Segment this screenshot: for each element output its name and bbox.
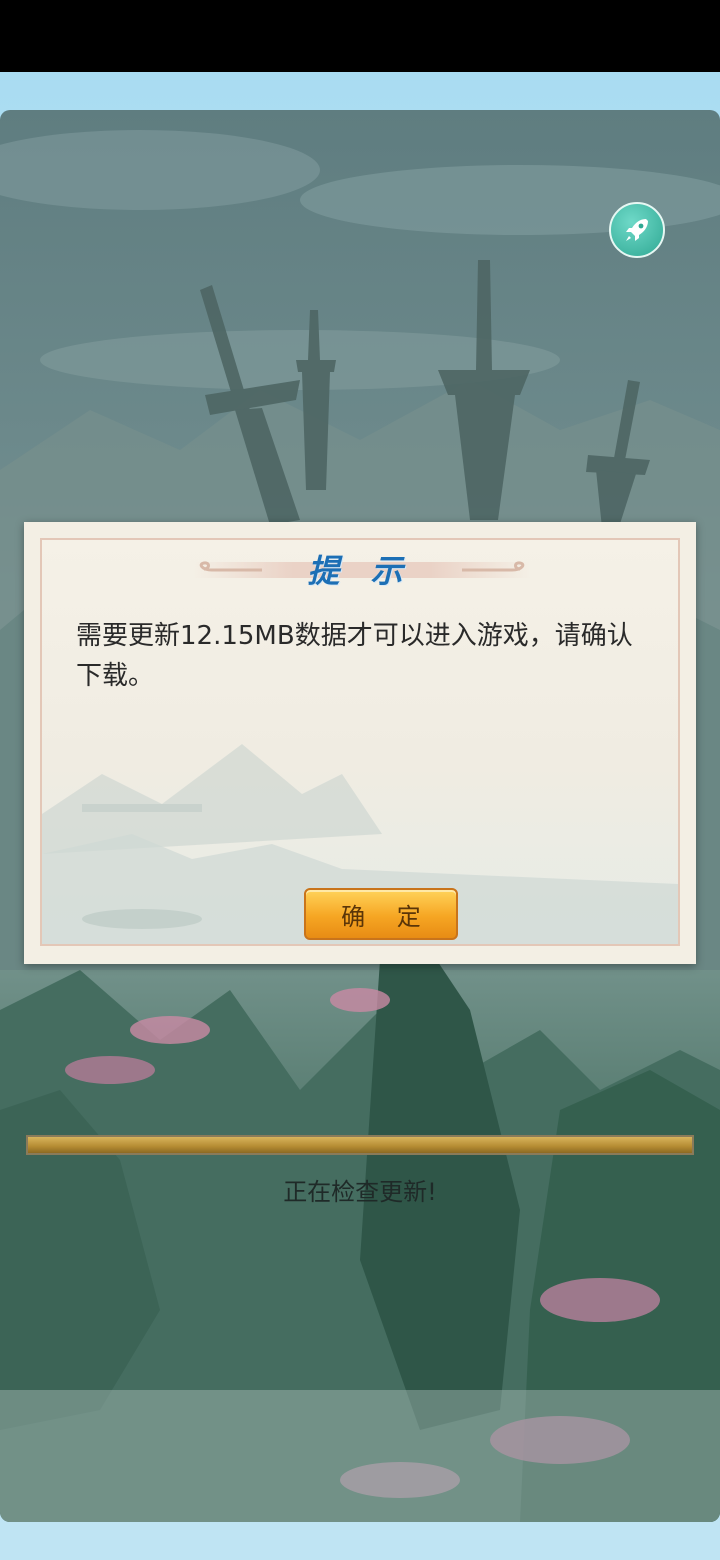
status-bar bbox=[0, 0, 720, 72]
update-dialog: 提 示 需要更新12.15MB数据才可以进入游戏，请确认下载。 确 定 bbox=[24, 522, 696, 964]
rocket-icon bbox=[626, 219, 648, 241]
dialog-title: 提 示 bbox=[307, 552, 413, 590]
speed-button[interactable] bbox=[609, 202, 665, 258]
loading-progress-bar bbox=[26, 1135, 694, 1155]
dialog-panel: 提 示 需要更新12.15MB数据才可以进入游戏，请确认下载。 确 定 bbox=[40, 538, 680, 946]
confirm-button[interactable]: 确 定 bbox=[304, 888, 458, 940]
dialog-message: 需要更新12.15MB数据才可以进入游戏，请确认下载。 bbox=[76, 621, 633, 691]
loading-progress-fill bbox=[28, 1137, 692, 1153]
dialog-header: 提 示 bbox=[42, 540, 678, 600]
loading-status-text: 正在检查更新! bbox=[283, 1178, 437, 1206]
